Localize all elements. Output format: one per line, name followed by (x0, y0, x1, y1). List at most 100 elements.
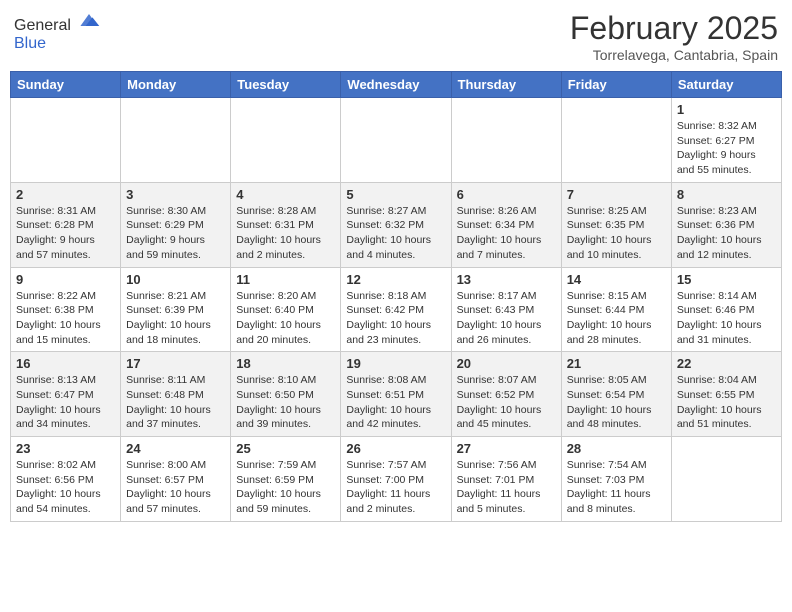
calendar-cell (671, 437, 781, 522)
day-number: 18 (236, 356, 335, 371)
calendar-cell: 8Sunrise: 8:23 AMSunset: 6:36 PMDaylight… (671, 182, 781, 267)
day-info: Sunrise: 8:28 AMSunset: 6:31 PMDaylight:… (236, 204, 335, 263)
calendar-cell: 4 Sunrise: 8:28 AMSunset: 6:31 PMDaylight… (231, 182, 341, 267)
day-number: 24 (126, 441, 225, 456)
calendar-cell (341, 98, 451, 183)
day-number: 12 (346, 272, 445, 287)
day-number: 17 (126, 356, 225, 371)
calendar-cell: 7 Sunrise: 8:25 AMSunset: 6:35 PMDaylight… (561, 182, 671, 267)
day-info: Sunrise: 8:18 AMSunset: 6:42 PMDaylight:… (346, 289, 445, 348)
calendar-header-row: SundayMondayTuesdayWednesdayThursdayFrid… (11, 72, 782, 98)
weekday-header-thursday: Thursday (451, 72, 561, 98)
calendar-week-row: 2 Sunrise: 8:31 AMSunset: 6:28 PMDaylight… (11, 182, 782, 267)
calendar-cell: 28 Sunrise: 7:54 AMSunset: 7:03 PMDayligh… (561, 437, 671, 522)
calendar-cell (11, 98, 121, 183)
day-info: Sunrise: 8:14 AMSunset: 6:46 PMDaylight:… (677, 289, 776, 348)
day-number: 5 (346, 187, 445, 202)
calendar-cell: 21 Sunrise: 8:05 AMSunset: 6:54 PMDayligh… (561, 352, 671, 437)
calendar-cell: 19 Sunrise: 8:08 AMSunset: 6:51 PMDayligh… (341, 352, 451, 437)
weekday-header-sunday: Sunday (11, 72, 121, 98)
day-number: 13 (457, 272, 556, 287)
calendar-week-row: 16 Sunrise: 8:13 AMSunset: 6:47 PMDayligh… (11, 352, 782, 437)
day-number: 9 (16, 272, 115, 287)
calendar-cell: 2 Sunrise: 8:31 AMSunset: 6:28 PMDaylight… (11, 182, 121, 267)
day-info: Sunrise: 8:20 AMSunset: 6:40 PMDaylight:… (236, 289, 335, 348)
weekday-header-friday: Friday (561, 72, 671, 98)
calendar-week-row: 1 Sunrise: 8:32 AMSunset: 6:27 PMDaylight… (11, 98, 782, 183)
calendar-week-row: 9 Sunrise: 8:22 AMSunset: 6:38 PMDaylight… (11, 267, 782, 352)
day-number: 3 (126, 187, 225, 202)
day-info: Sunrise: 7:54 AMSunset: 7:03 PMDaylight:… (567, 458, 666, 517)
calendar-cell: 27 Sunrise: 7:56 AMSunset: 7:01 PMDayligh… (451, 437, 561, 522)
day-info: Sunrise: 7:57 AMSunset: 7:00 PMDaylight:… (346, 458, 445, 517)
calendar-cell: 20 Sunrise: 8:07 AMSunset: 6:52 PMDayligh… (451, 352, 561, 437)
calendar-cell (121, 98, 231, 183)
day-info: Sunrise: 8:08 AMSunset: 6:51 PMDaylight:… (346, 373, 445, 432)
calendar-cell: 14Sunrise: 8:15 AMSunset: 6:44 PMDayligh… (561, 267, 671, 352)
day-info: Sunrise: 7:56 AMSunset: 7:01 PMDaylight:… (457, 458, 556, 517)
header: General Blue February 2025 Torrelavega, … (10, 10, 782, 63)
day-number: 28 (567, 441, 666, 456)
day-number: 23 (16, 441, 115, 456)
day-info: Sunrise: 8:13 AMSunset: 6:47 PMDaylight:… (16, 373, 115, 432)
day-info: Sunrise: 8:32 AMSunset: 6:27 PMDaylight:… (677, 119, 776, 178)
day-info: Sunrise: 8:17 AMSunset: 6:43 PMDaylight:… (457, 289, 556, 348)
logo: General Blue (14, 10, 101, 53)
day-info: Sunrise: 8:04 AMSunset: 6:55 PMDaylight:… (677, 373, 776, 432)
day-info: Sunrise: 8:26 AMSunset: 6:34 PMDaylight:… (457, 204, 556, 263)
day-number: 26 (346, 441, 445, 456)
calendar-cell: 1 Sunrise: 8:32 AMSunset: 6:27 PMDaylight… (671, 98, 781, 183)
day-number: 19 (346, 356, 445, 371)
day-number: 4 (236, 187, 335, 202)
day-number: 27 (457, 441, 556, 456)
calendar-cell: 13 Sunrise: 8:17 AMSunset: 6:43 PMDayligh… (451, 267, 561, 352)
day-info: Sunrise: 8:11 AMSunset: 6:48 PMDaylight:… (126, 373, 225, 432)
day-number: 21 (567, 356, 666, 371)
day-number: 10 (126, 272, 225, 287)
day-info: Sunrise: 8:05 AMSunset: 6:54 PMDaylight:… (567, 373, 666, 432)
calendar-cell (451, 98, 561, 183)
calendar-cell: 3 Sunrise: 8:30 AMSunset: 6:29 PMDaylight… (121, 182, 231, 267)
logo-icon (77, 10, 101, 30)
weekday-header-saturday: Saturday (671, 72, 781, 98)
day-info: Sunrise: 8:27 AMSunset: 6:32 PMDaylight:… (346, 204, 445, 263)
day-info: Sunrise: 8:02 AMSunset: 6:56 PMDaylight:… (16, 458, 115, 517)
calendar-cell: 11Sunrise: 8:20 AMSunset: 6:40 PMDayligh… (231, 267, 341, 352)
location-title: Torrelavega, Cantabria, Spain (570, 47, 778, 63)
calendar-cell: 24 Sunrise: 8:00 AMSunset: 6:57 PMDayligh… (121, 437, 231, 522)
calendar-cell: 16 Sunrise: 8:13 AMSunset: 6:47 PMDayligh… (11, 352, 121, 437)
day-number: 22 (677, 356, 776, 371)
weekday-header-wednesday: Wednesday (341, 72, 451, 98)
title-area: February 2025 Torrelavega, Cantabria, Sp… (570, 10, 778, 63)
day-number: 15 (677, 272, 776, 287)
day-number: 16 (16, 356, 115, 371)
day-info: Sunrise: 8:00 AMSunset: 6:57 PMDaylight:… (126, 458, 225, 517)
weekday-header-monday: Monday (121, 72, 231, 98)
weekday-header-tuesday: Tuesday (231, 72, 341, 98)
day-info: Sunrise: 7:59 AMSunset: 6:59 PMDaylight:… (236, 458, 335, 517)
day-info: Sunrise: 8:07 AMSunset: 6:52 PMDaylight:… (457, 373, 556, 432)
day-number: 8 (677, 187, 776, 202)
calendar-cell: 25 Sunrise: 7:59 AMSunset: 6:59 PMDayligh… (231, 437, 341, 522)
day-info: Sunrise: 8:15 AMSunset: 6:44 PMDaylight:… (567, 289, 666, 348)
calendar-cell: 6 Sunrise: 8:26 AMSunset: 6:34 PMDaylight… (451, 182, 561, 267)
logo-general-text: General (14, 17, 71, 34)
day-info: Sunrise: 8:10 AMSunset: 6:50 PMDaylight:… (236, 373, 335, 432)
day-number: 7 (567, 187, 666, 202)
day-number: 6 (457, 187, 556, 202)
day-number: 1 (677, 102, 776, 117)
day-info: Sunrise: 8:30 AMSunset: 6:29 PMDaylight:… (126, 204, 225, 263)
day-info: Sunrise: 8:22 AMSunset: 6:38 PMDaylight:… (16, 289, 115, 348)
day-info: Sunrise: 8:31 AMSunset: 6:28 PMDaylight:… (16, 204, 115, 263)
calendar-cell: 9 Sunrise: 8:22 AMSunset: 6:38 PMDaylight… (11, 267, 121, 352)
day-info: Sunrise: 8:25 AMSunset: 6:35 PMDaylight:… (567, 204, 666, 263)
calendar-cell (231, 98, 341, 183)
calendar-cell: 22 Sunrise: 8:04 AMSunset: 6:55 PMDayligh… (671, 352, 781, 437)
day-number: 2 (16, 187, 115, 202)
calendar-cell: 10Sunrise: 8:21 AMSunset: 6:39 PMDayligh… (121, 267, 231, 352)
day-number: 20 (457, 356, 556, 371)
calendar-cell: 26 Sunrise: 7:57 AMSunset: 7:00 PMDayligh… (341, 437, 451, 522)
calendar-cell: 18 Sunrise: 8:10 AMSunset: 6:50 PMDayligh… (231, 352, 341, 437)
calendar-cell: 23 Sunrise: 8:02 AMSunset: 6:56 PMDayligh… (11, 437, 121, 522)
day-number: 25 (236, 441, 335, 456)
